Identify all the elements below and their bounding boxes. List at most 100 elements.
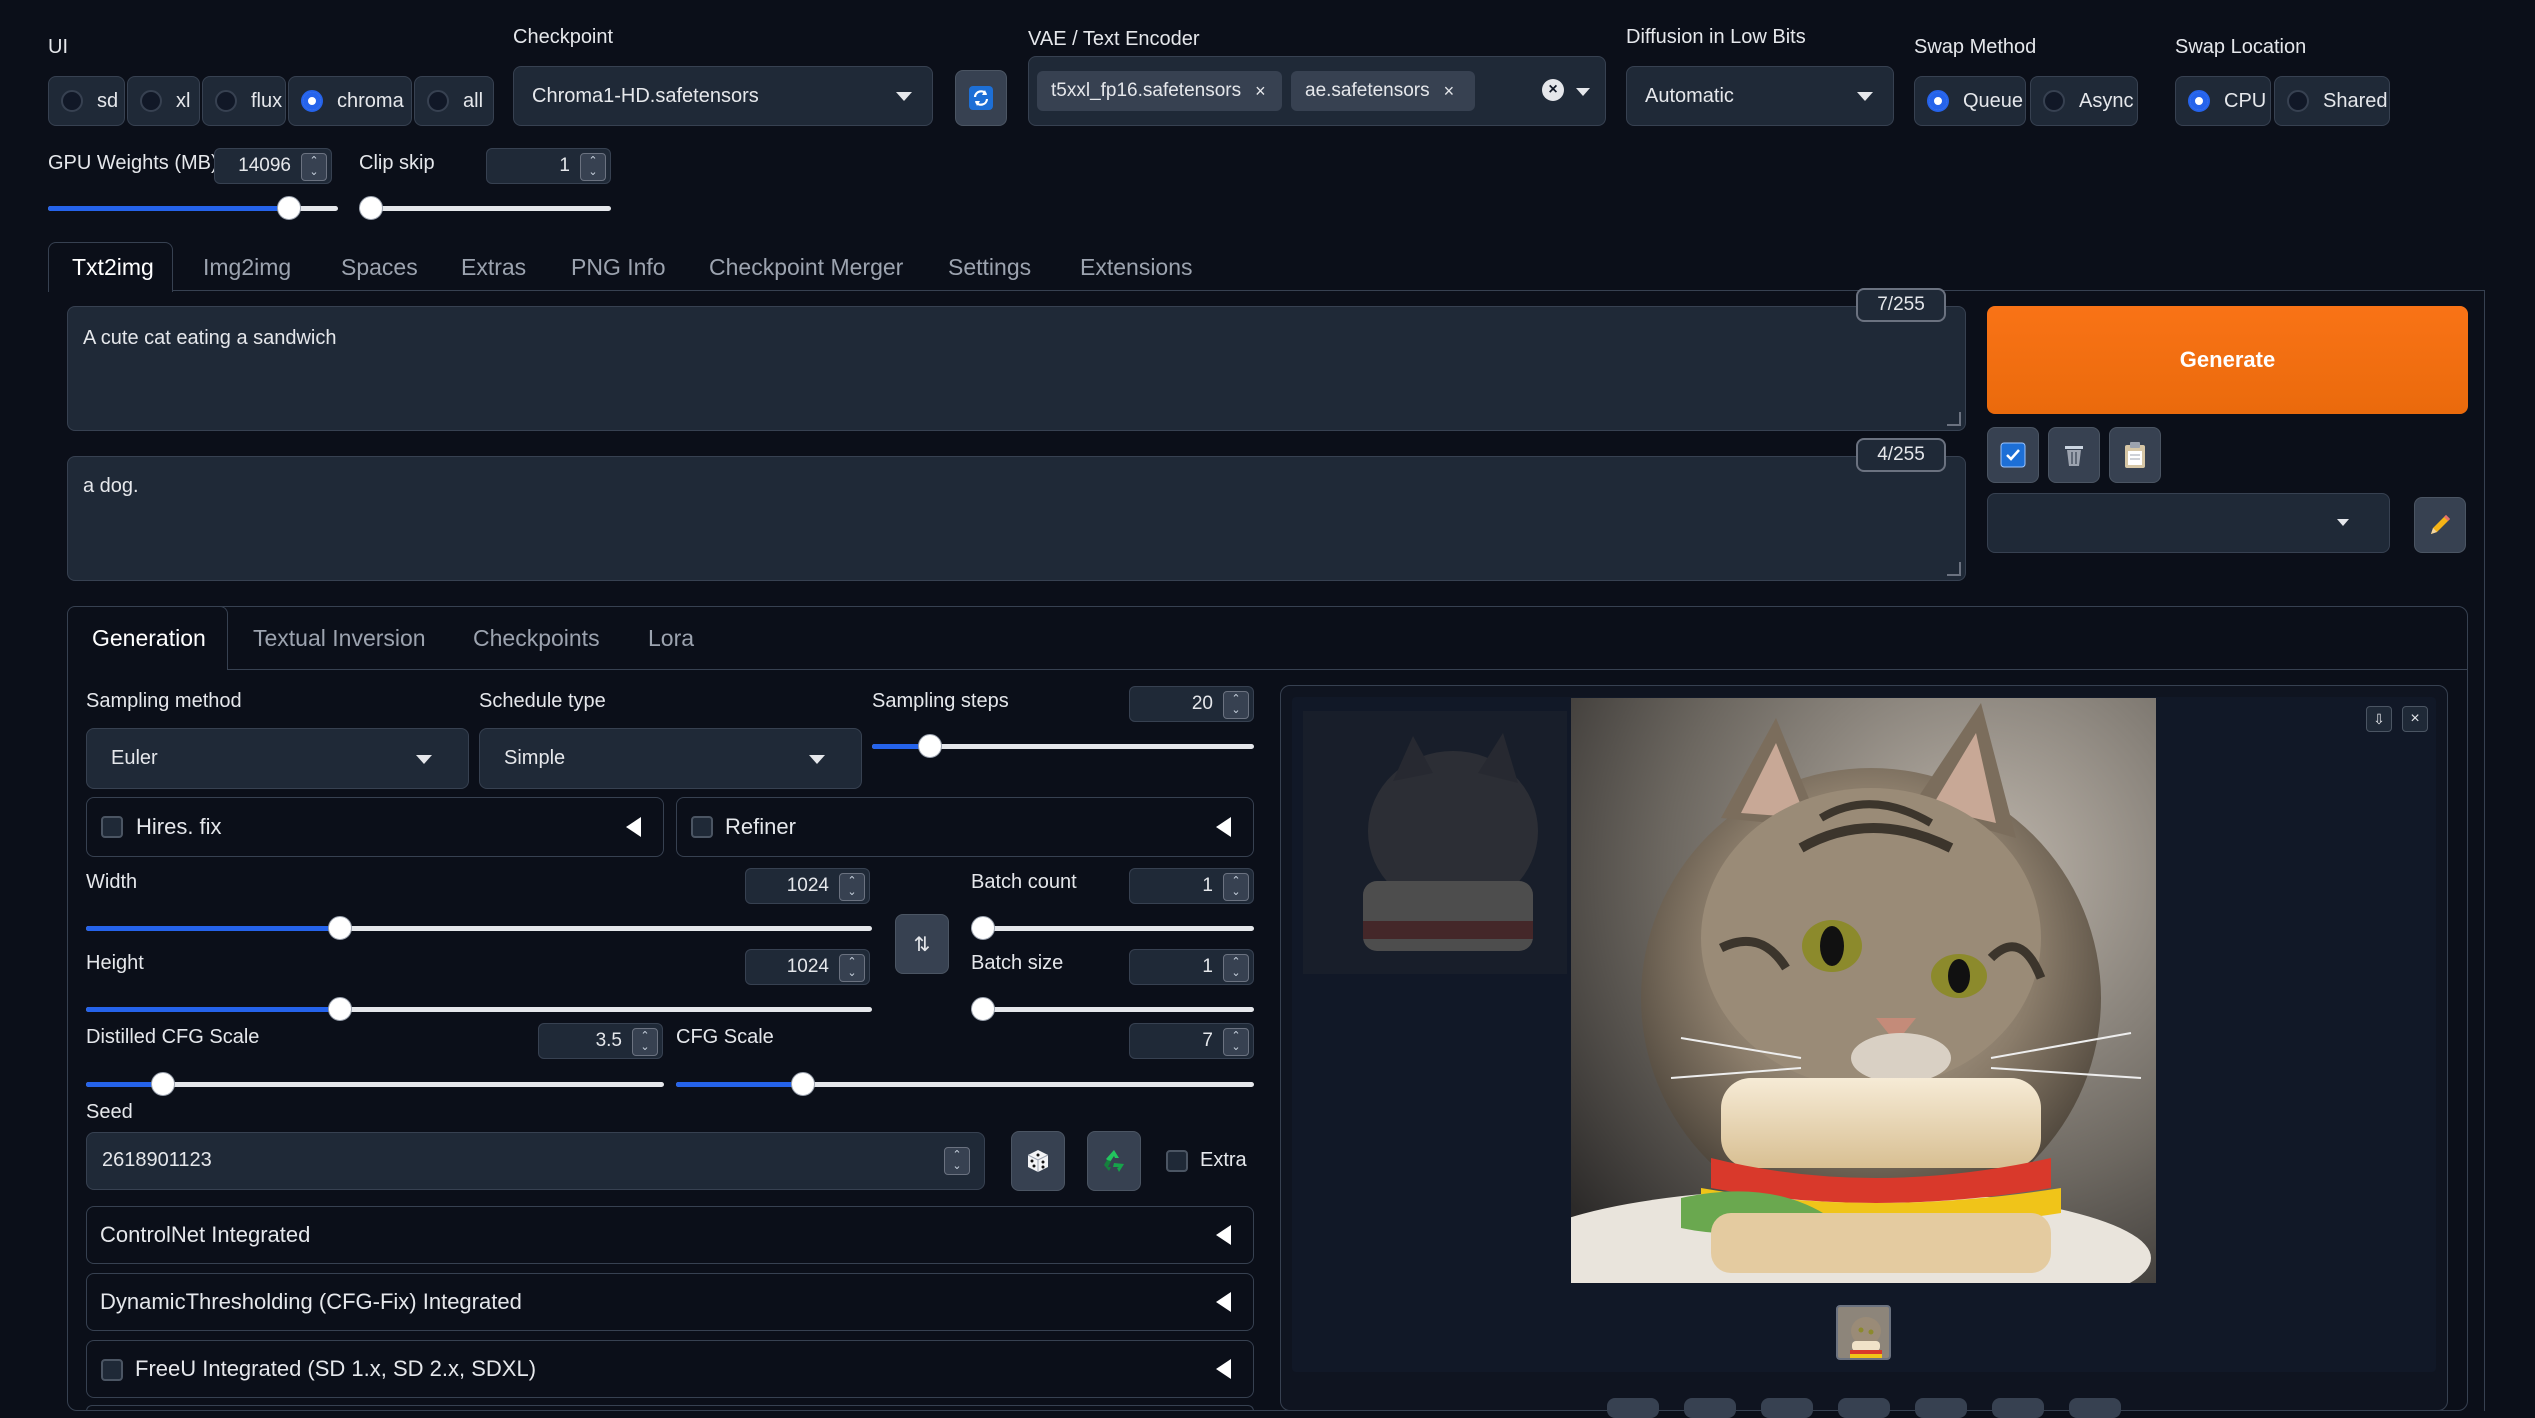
- sampling-method-dropdown[interactable]: Euler: [86, 728, 469, 789]
- gallery-action-button[interactable]: [1838, 1398, 1890, 1418]
- prompt-textarea[interactable]: A cute cat eating a sandwich: [67, 306, 1966, 431]
- clip-skip-input[interactable]: 1 ⌃ ⌄: [486, 148, 611, 184]
- generate-button[interactable]: Generate: [1987, 306, 2468, 414]
- batch-count-slider[interactable]: [971, 916, 1254, 940]
- stepper-icon[interactable]: ⌃ ⌄: [632, 1028, 658, 1056]
- stepper-icon[interactable]: ⌃ ⌄: [1223, 691, 1249, 719]
- stepper-icon[interactable]: ⌃ ⌄: [839, 873, 865, 901]
- resize-handle-icon[interactable]: [1947, 562, 1961, 576]
- swap-dimensions-button[interactable]: ⇅: [895, 914, 949, 974]
- slider-thumb[interactable]: [328, 997, 352, 1021]
- height-slider[interactable]: [86, 997, 872, 1021]
- ui-radio-chroma[interactable]: chroma: [288, 76, 412, 126]
- slider-thumb[interactable]: [791, 1072, 815, 1096]
- slider-thumb[interactable]: [359, 196, 383, 220]
- gallery-action-button[interactable]: [1761, 1398, 1813, 1418]
- gallery-thumbnail[interactable]: [1836, 1305, 1891, 1360]
- tab-checkpoints[interactable]: Checkpoints: [473, 625, 600, 652]
- tab-extras[interactable]: Extras: [461, 254, 526, 281]
- dynamic-thresholding-accordion[interactable]: DynamicThresholding (CFG-Fix) Integrated: [86, 1273, 1254, 1331]
- swap-method-async[interactable]: Async: [2030, 76, 2138, 126]
- tab-lora[interactable]: Lora: [648, 625, 694, 652]
- tab-generation[interactable]: Generation: [92, 625, 206, 652]
- slider-thumb[interactable]: [971, 997, 995, 1021]
- styles-dropdown[interactable]: [1987, 493, 2390, 553]
- gallery-action-button[interactable]: [2069, 1398, 2121, 1418]
- batch-count-input[interactable]: 1 ⌃ ⌄: [1129, 868, 1254, 904]
- lowbits-dropdown[interactable]: Automatic: [1626, 66, 1894, 126]
- previous-image-thumbnail[interactable]: [1303, 711, 1567, 974]
- slider-thumb[interactable]: [918, 734, 942, 758]
- refiner-accordion[interactable]: Refiner: [676, 797, 1254, 857]
- clear-all-icon[interactable]: ×: [1542, 79, 1564, 101]
- tab-img2img[interactable]: Img2img: [203, 254, 291, 281]
- close-icon[interactable]: ×: [2402, 706, 2428, 732]
- height-input[interactable]: 1024 ⌃ ⌄: [745, 949, 870, 985]
- paste-prompt-button[interactable]: [2109, 427, 2161, 483]
- extra-seed-checkbox[interactable]: [1166, 1150, 1188, 1172]
- gallery-action-button[interactable]: [1684, 1398, 1736, 1418]
- stepper-icon[interactable]: ⌃ ⌄: [301, 153, 327, 181]
- checkpoint-dropdown[interactable]: Chroma1-HD.safetensors: [513, 66, 933, 126]
- slider-thumb[interactable]: [151, 1072, 175, 1096]
- tab-extensions[interactable]: Extensions: [1080, 254, 1193, 281]
- chip-remove-icon[interactable]: ×: [1444, 81, 1455, 102]
- freeu-checkbox[interactable]: [101, 1359, 123, 1381]
- batch-size-input[interactable]: 1 ⌃ ⌄: [1129, 949, 1254, 985]
- width-input[interactable]: 1024 ⌃ ⌄: [745, 868, 870, 904]
- slider-thumb[interactable]: [971, 916, 995, 940]
- tab-spaces[interactable]: Spaces: [341, 254, 418, 281]
- schedule-type-dropdown[interactable]: Simple: [479, 728, 862, 789]
- stepper-icon[interactable]: ⌃ ⌄: [839, 954, 865, 982]
- style-apply-button[interactable]: [1987, 427, 2039, 483]
- swap-location-shared[interactable]: Shared: [2274, 76, 2390, 126]
- gpu-weights-slider[interactable]: [48, 196, 338, 220]
- hires-fix-accordion[interactable]: Hires. fix: [86, 797, 664, 857]
- chevron-down-icon[interactable]: [1576, 88, 1590, 96]
- freeu-accordion[interactable]: FreeU Integrated (SD 1.x, SD 2.x, SDXL): [86, 1340, 1254, 1398]
- ui-radio-flux[interactable]: flux: [202, 76, 286, 126]
- hires-fix-checkbox[interactable]: [101, 816, 123, 838]
- slider-thumb[interactable]: [277, 196, 301, 220]
- seed-input[interactable]: 2618901123 ⌃ ⌄: [86, 1132, 985, 1190]
- gallery-action-button[interactable]: [1607, 1398, 1659, 1418]
- edit-styles-button[interactable]: [2414, 497, 2466, 553]
- sampling-steps-slider[interactable]: [872, 734, 1254, 758]
- cfg-input[interactable]: 7 ⌃ ⌄: [1129, 1023, 1254, 1059]
- gallery-action-button[interactable]: [1992, 1398, 2044, 1418]
- refresh-checkpoint-button[interactable]: [955, 70, 1007, 126]
- ui-radio-xl[interactable]: xl: [127, 76, 200, 126]
- generated-image[interactable]: [1571, 698, 2156, 1283]
- batch-size-slider[interactable]: [971, 997, 1254, 1021]
- download-icon[interactable]: ⇩: [2366, 706, 2392, 732]
- width-slider[interactable]: [86, 916, 872, 940]
- random-seed-button[interactable]: [1011, 1131, 1065, 1191]
- sampling-steps-input[interactable]: 20 ⌃ ⌄: [1129, 686, 1254, 722]
- tab-txt2img[interactable]: Txt2img: [72, 254, 154, 281]
- tab-settings[interactable]: Settings: [948, 254, 1031, 281]
- clip-skip-slider[interactable]: [359, 196, 611, 220]
- stepper-icon[interactable]: ⌃ ⌄: [944, 1147, 970, 1175]
- ui-radio-sd[interactable]: sd: [48, 76, 125, 126]
- gpu-weights-input[interactable]: 14096 ⌃ ⌄: [214, 148, 332, 184]
- stepper-icon[interactable]: ⌃ ⌄: [1223, 873, 1249, 901]
- distilled-cfg-slider[interactable]: [86, 1072, 664, 1096]
- negative-prompt-textarea[interactable]: a dog.: [67, 456, 1966, 581]
- reuse-seed-button[interactable]: [1087, 1131, 1141, 1191]
- chip-remove-icon[interactable]: ×: [1255, 81, 1266, 102]
- gallery-action-button[interactable]: [1915, 1398, 1967, 1418]
- stepper-icon[interactable]: ⌃ ⌄: [1223, 1028, 1249, 1056]
- ui-radio-all[interactable]: all: [414, 76, 494, 126]
- cfg-slider[interactable]: [676, 1072, 1254, 1096]
- stepper-icon[interactable]: ⌃ ⌄: [580, 153, 606, 181]
- controlnet-accordion[interactable]: ControlNet Integrated: [86, 1206, 1254, 1264]
- refiner-checkbox[interactable]: [691, 816, 713, 838]
- stepper-icon[interactable]: ⌃ ⌄: [1223, 954, 1249, 982]
- slider-thumb[interactable]: [328, 916, 352, 940]
- clear-prompt-button[interactable]: [2048, 427, 2100, 483]
- swap-location-cpu[interactable]: CPU: [2175, 76, 2271, 126]
- swap-method-queue[interactable]: Queue: [1914, 76, 2026, 126]
- tab-textual-inversion[interactable]: Textual Inversion: [253, 625, 426, 652]
- tab-png-info[interactable]: PNG Info: [571, 254, 666, 281]
- distilled-cfg-input[interactable]: 3.5 ⌃ ⌄: [538, 1023, 663, 1059]
